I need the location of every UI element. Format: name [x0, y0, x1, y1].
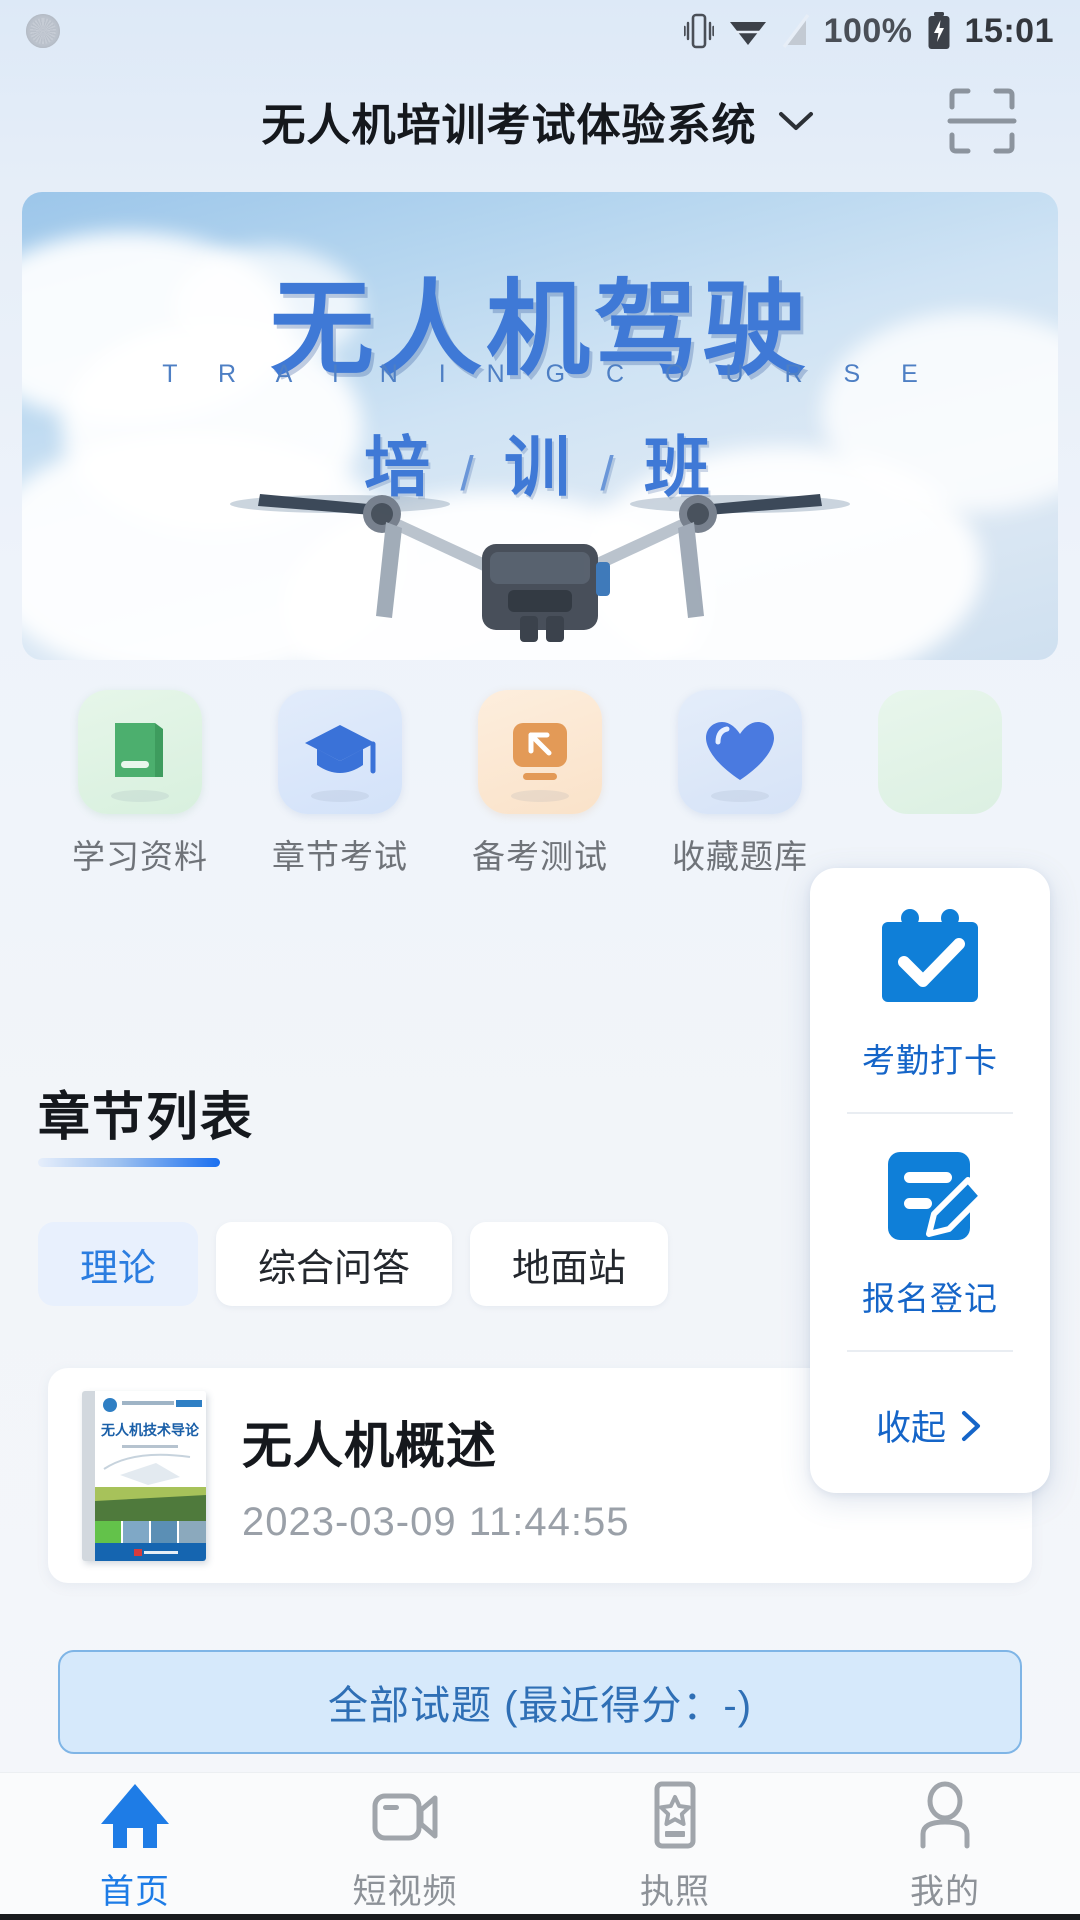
chevron-right-icon [962, 1410, 980, 1441]
tab-label: 理论 [80, 1247, 157, 1290]
page-title: 无人机培训考试体验系统 [261, 101, 757, 150]
app-screen: 100% 15:01 无人机培训考试体验系统 无人机驾驶 T R A I N I… [0, 0, 1080, 1920]
banner-subtitle: T R A I N I N G C O U R S E [162, 360, 935, 388]
status-bar-right: 100% 15:01 [683, 11, 1054, 51]
nav-item-home[interactable]: 首页 [0, 1773, 270, 1920]
floating-item-attendance[interactable]: 考勤打卡 [810, 908, 1050, 1082]
battery-percent-label: 100% [823, 11, 913, 50]
collapse-panel-button[interactable]: 收起 [876, 1400, 984, 1451]
book-icon [115, 723, 163, 777]
book-cover-thumbnail: 无人机技术导论 [82, 1390, 206, 1561]
quick-actions-grid: 学习资料 章节考试 备考测试 收藏题库 [0, 690, 1080, 880]
person-icon [920, 1781, 970, 1849]
home-icon [101, 1784, 169, 1848]
nav-label: 我的 [910, 1873, 980, 1911]
tab-label: 综合问答 [258, 1247, 411, 1290]
quick-action-hidden[interactable] [840, 690, 1040, 880]
quick-action-chapter-exam[interactable]: 章节考试 [240, 690, 440, 880]
status-bar: 100% 15:01 [0, 0, 1080, 62]
section-header: 章节列表 [38, 1075, 254, 1167]
bottom-navigation-bar: 首页 短视频 执照 我的 [0, 1772, 1080, 1920]
tile-shadow [511, 790, 569, 802]
chapter-text-block: 无人机概述 2023-03-09 11:44:55 [242, 1406, 629, 1545]
section-underline [38, 1158, 220, 1167]
signal-off-icon [782, 14, 809, 48]
svg-text:无人机技术导论: 无人机技术导论 [100, 1422, 200, 1439]
quick-action-label: 备考测试 [472, 838, 608, 875]
heart-icon [706, 722, 774, 780]
nav-item-profile[interactable]: 我的 [810, 1773, 1080, 1920]
quick-action-favorites[interactable]: 收藏题库 [640, 690, 840, 880]
quick-action-label: 章节考试 [272, 838, 408, 875]
quick-action-mock-test[interactable]: 备考测试 [440, 690, 640, 880]
status-bar-left [26, 14, 60, 48]
certificate-star-icon [654, 1781, 696, 1849]
battery-charging-icon [928, 12, 950, 49]
tile-shadow [711, 790, 769, 802]
home-indicator [0, 1914, 1080, 1920]
vibrate-icon [683, 13, 714, 49]
book-cover-image: 无人机技术导论 [82, 1390, 206, 1561]
video-camera-icon [372, 1793, 438, 1841]
section-title: 章节列表 [38, 1090, 255, 1147]
wifi-icon [729, 22, 766, 45]
tile-background [678, 690, 802, 814]
all-questions-label: 全部试题 (最近得分：-) [327, 1684, 753, 1728]
quick-action-label: 收藏题库 [672, 838, 808, 875]
nav-label: 执照 [640, 1873, 710, 1911]
chapter-timestamp: 2023-03-09 11:44:55 [242, 1500, 630, 1544]
nav-item-short-video[interactable]: 短视频 [270, 1773, 540, 1920]
tile-background [78, 690, 202, 814]
tab-theory[interactable]: 理论 [38, 1222, 199, 1306]
scan-button[interactable] [946, 85, 1018, 157]
tile-shadow [111, 790, 169, 802]
chapter-tabs: 理论 综合问答 地面站 [38, 1222, 669, 1306]
panel-divider [847, 1112, 1013, 1114]
quick-action-study-materials[interactable]: 学习资料 [40, 690, 240, 880]
panel-divider [847, 1350, 1013, 1352]
tile-background [278, 690, 402, 814]
floating-action-panel: 考勤打卡 报名登记 收起 [810, 868, 1050, 1493]
scan-icon [947, 88, 1017, 154]
tab-ground-station[interactable]: 地面站 [470, 1222, 669, 1306]
camera-punchhole-icon [26, 14, 60, 48]
tab-comprehensive-qa[interactable]: 综合问答 [216, 1222, 453, 1306]
monitor-arrow-icon [513, 723, 567, 780]
floating-item-registration[interactable]: 报名登记 [810, 1146, 1050, 1320]
tile-background [478, 690, 602, 814]
drone-illustration [230, 494, 850, 642]
nav-label: 首页 [100, 1873, 170, 1911]
calendar-check-icon [882, 909, 978, 1002]
app-header: 无人机培训考试体验系统 [0, 62, 1080, 180]
chevron-down-icon [778, 112, 813, 130]
floating-item-label: 考勤打卡 [862, 1042, 998, 1079]
form-edit-icon [888, 1152, 985, 1240]
collapse-label: 收起 [875, 1409, 946, 1448]
nav-item-license[interactable]: 执照 [540, 1773, 810, 1920]
all-questions-button[interactable]: 全部试题 (最近得分：-) [58, 1650, 1022, 1754]
nav-label: 短视频 [352, 1873, 458, 1911]
clock-label: 15:01 [964, 11, 1054, 50]
title-dropdown-button[interactable] [773, 106, 819, 136]
tab-label: 地面站 [512, 1247, 627, 1290]
quick-action-label: 学习资料 [72, 838, 208, 875]
tile-background [878, 690, 1002, 814]
graduation-cap-icon [305, 725, 376, 774]
tile-shadow [311, 790, 369, 802]
chapter-title: 无人机概述 [242, 1418, 497, 1474]
promo-banner[interactable]: 无人机驾驶 T R A I N I N G C O U R S E 培 / 训 … [22, 192, 1058, 660]
floating-item-label: 报名登记 [862, 1280, 998, 1317]
